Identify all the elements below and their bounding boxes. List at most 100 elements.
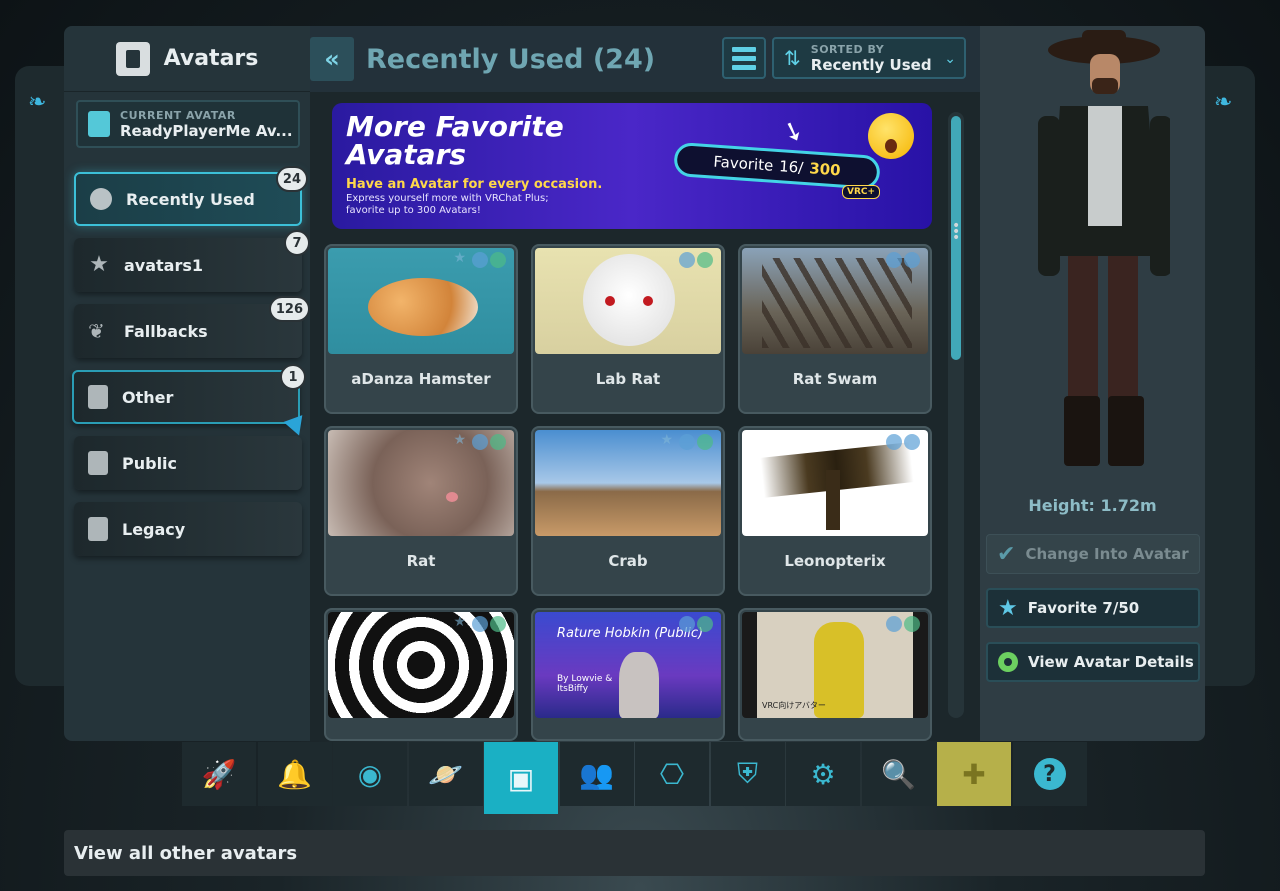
shield-icon[interactable]: ⛨ (710, 742, 785, 806)
avatar-book-icon[interactable]: ▣ (484, 742, 558, 814)
avatar-preview-model (1038, 30, 1170, 466)
panel-title: Avatars (163, 46, 259, 71)
avatar-book-icon (88, 451, 108, 475)
avatar-book-icon (88, 111, 110, 137)
list-view-button[interactable] (722, 37, 766, 79)
collapse-button[interactable]: « (310, 37, 354, 81)
view-avatar-details-button[interactable]: View Avatar Details (986, 642, 1200, 682)
star-icon: ★ (453, 432, 466, 448)
chat-add-icon[interactable]: ✚ (937, 742, 1011, 806)
favorite-counter-pill: Favorite 16/300 (673, 141, 881, 191)
history-icon (90, 188, 112, 210)
category-recently-used[interactable]: Recently Used 24 (74, 166, 308, 226)
planet-icon[interactable]: 🪐 (408, 742, 483, 806)
platform-tags (472, 616, 506, 632)
platform-tags (472, 252, 506, 268)
category-other[interactable]: Other 1 (72, 364, 306, 424)
category-legacy[interactable]: Legacy (74, 502, 302, 556)
category-label: Recently Used (126, 189, 255, 209)
avatar-preview-panel: Height: 1.72m ✔ Change Into Avatar ★ Fav… (980, 26, 1205, 741)
platform-tags (472, 434, 506, 450)
favorite-button[interactable]: ★ Favorite 7/50 (986, 588, 1200, 628)
avatar-height: Height: 1.72m (1028, 496, 1157, 515)
network-icon[interactable]: ⎔ (635, 742, 709, 806)
count-badge: 126 (268, 296, 310, 322)
surprised-emoji-icon (868, 113, 914, 159)
category-label: Fallbacks (124, 321, 208, 341)
count-badge: 7 (284, 230, 310, 256)
avatar-card[interactable]: VRC向けアバター (738, 608, 932, 741)
category-avatars1[interactable]: ★ avatars1 7 (74, 230, 310, 292)
avatar-name: Lab Rat (595, 370, 661, 388)
banner-description: Express yourself more with VRChat Plus; … (346, 193, 549, 216)
group-icon[interactable]: 👥 (559, 742, 634, 806)
vrchat-plus-banner[interactable]: More Favorite Avatars Have an Avatar for… (332, 103, 932, 229)
platform-tags (679, 616, 713, 632)
current-avatar-label: CURRENT AVATAR (120, 108, 236, 122)
bell-icon[interactable]: 🔔 (257, 742, 332, 806)
avatar-name: Leonopterix (784, 552, 886, 570)
banner-subtitle: Have an Avatar for every occasion. (346, 177, 603, 192)
avatar-book-icon (115, 41, 150, 76)
scrollbar[interactable] (948, 112, 964, 718)
feather-icon: ❦ (88, 319, 105, 343)
star-icon: ★ (453, 614, 466, 630)
sort-dropdown[interactable]: ⇅ SORTED BY Recently Used ⌄ (772, 37, 966, 79)
wing-icon: ❧ (28, 90, 47, 115)
platform-tags (886, 616, 920, 632)
user-icon[interactable]: ◉ (333, 742, 407, 806)
section-title: Recently Used (24) (366, 43, 656, 75)
avatar-card[interactable]: Rat Swam (738, 244, 932, 414)
rocket-icon[interactable]: 🚀 (182, 742, 256, 806)
more-options-icon[interactable]: • • • (952, 219, 960, 245)
category-public[interactable]: Public (74, 436, 302, 490)
vrc-plus-badge: VRC+ (842, 185, 881, 199)
star-icon: ★ (89, 252, 109, 277)
category-label: avatars1 (124, 255, 204, 275)
avatar-list-panel: « Recently Used (24) ⇅ SORTED BY Recentl… (310, 26, 980, 741)
avatar-card[interactable]: ★ Rat (324, 426, 518, 596)
list-header: « Recently Used (24) ⇅ SORTED BY Recentl… (310, 26, 980, 92)
change-into-avatar-button[interactable]: ✔ Change Into Avatar (986, 534, 1200, 574)
platform-tags (886, 434, 920, 450)
avatar-name: Crab (608, 552, 648, 570)
sort-icon: ⇅ (784, 46, 801, 70)
platform-tags (886, 252, 920, 268)
avatar-name: aDanza Hamster (351, 370, 491, 388)
category-label: Public (122, 453, 178, 473)
details-icon (998, 652, 1018, 672)
count-badge: 24 (275, 166, 308, 192)
star-icon: ★ (998, 595, 1018, 621)
gear-icon[interactable]: ⚙ (786, 742, 860, 806)
platform-tags (679, 252, 713, 268)
avatar-card[interactable]: Rature Hobkin (Public) By Lowvie & ItsBi… (531, 608, 725, 741)
search-icon[interactable]: 🔍 (861, 742, 936, 806)
avatar-card[interactable]: ★ (324, 608, 518, 741)
avatar-card[interactable]: Leonopterix (738, 426, 932, 596)
category-fallbacks[interactable]: ❦ Fallbacks 126 (74, 296, 310, 358)
avatar-book-icon (88, 517, 108, 541)
sort-value: Recently Used (810, 55, 932, 74)
avatar-book-icon (88, 385, 108, 409)
check-icon: ✔ (997, 541, 1016, 567)
avatar-card[interactable]: ★ aDanza Hamster (324, 244, 518, 414)
avatar-name: Rat Swam (792, 370, 878, 388)
arrow-icon: ➘ (777, 114, 809, 150)
chevron-down-icon: ⌄ (944, 51, 956, 67)
wing-icon: ❧ (1214, 90, 1233, 115)
avatar-name: Rat (406, 552, 436, 570)
avatar-card[interactable]: ★ Crab (531, 426, 725, 596)
avatar-categories-panel: Avatars CURRENT AVATAR ReadyPlayerMe Av.… (64, 26, 310, 741)
count-badge: 1 (280, 364, 306, 390)
category-label: Other (122, 387, 174, 407)
platform-tags (679, 434, 713, 450)
help-icon[interactable]: ? (1012, 742, 1087, 806)
category-label: Legacy (122, 519, 186, 539)
banner-title: More Favorite Avatars (346, 110, 564, 171)
sort-label: SORTED BY (810, 42, 885, 56)
star-icon: ★ (453, 250, 466, 266)
tooltip-bar: View all other avatars (64, 830, 1205, 876)
panel-header: Avatars (64, 26, 310, 92)
current-avatar-button[interactable]: CURRENT AVATAR ReadyPlayerMe Av... (76, 100, 300, 148)
avatar-card[interactable]: Lab Rat (531, 244, 725, 414)
